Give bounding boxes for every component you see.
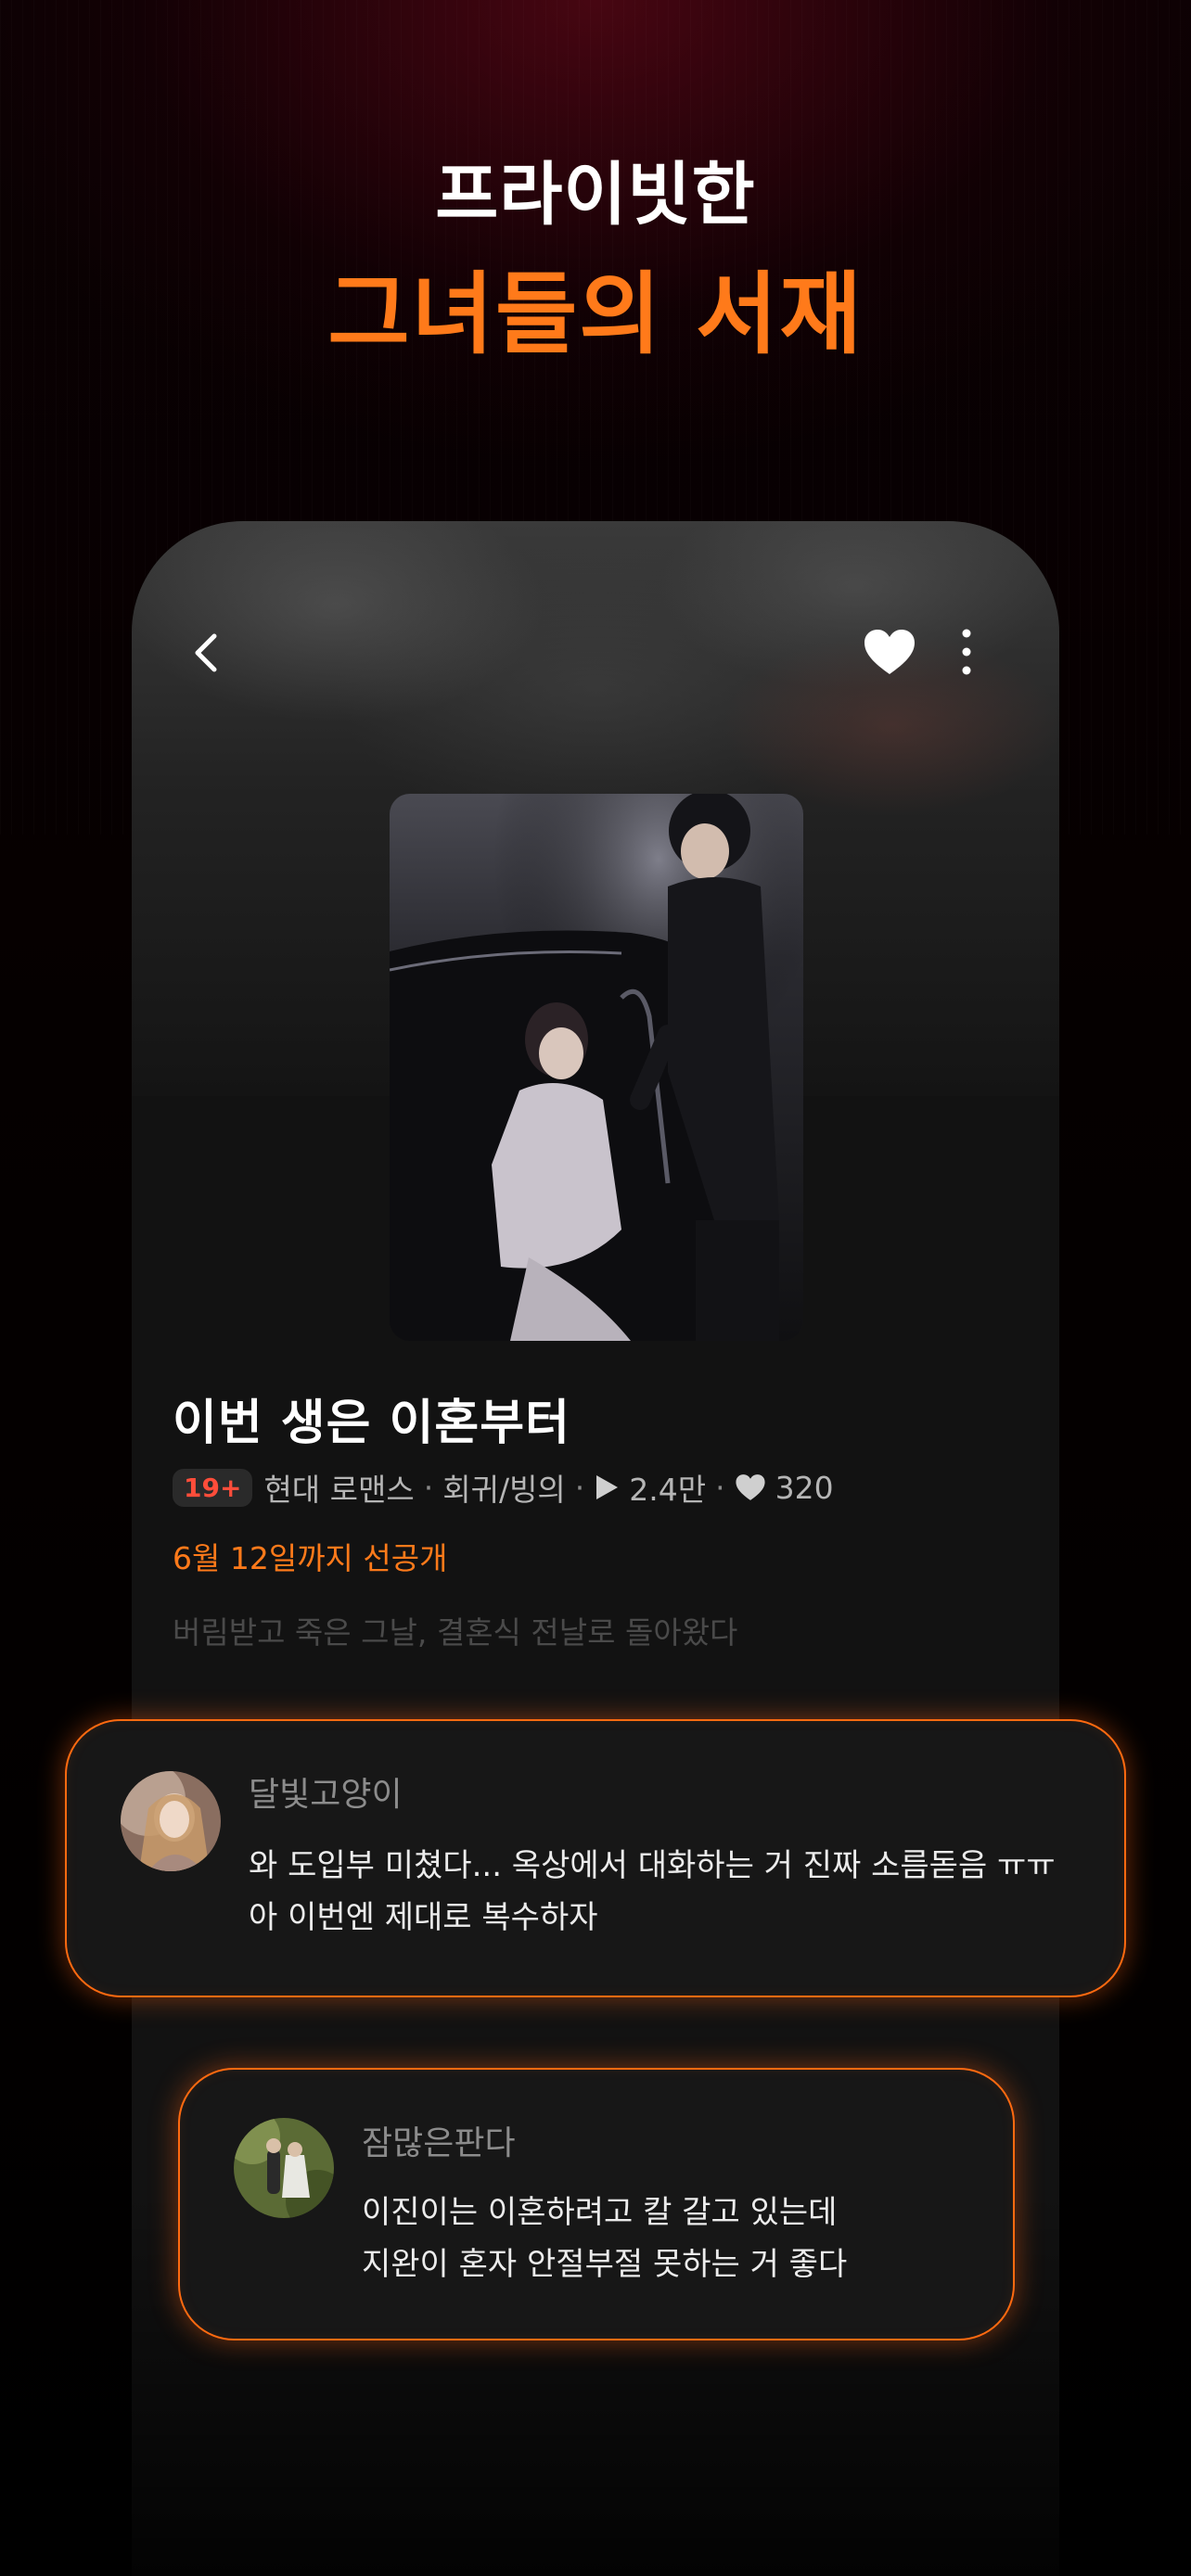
comment-author: 잠많은판다 <box>362 2124 516 2162</box>
comment-line: 지완이 혼자 안절부절 못하는 거 좋다 <box>362 2246 848 2283</box>
like-button[interactable] <box>859 621 920 682</box>
comment-line: 이진이는 이혼하려고 칼 갈고 있는데 <box>362 2194 838 2231</box>
comment-line: 와 도입부 미쳤다... 옥상에서 대화하는 거 진짜 소름돋음 ㅠㅠ <box>249 1847 1056 1884</box>
comment-text: 이진이는 이혼하려고 칼 갈고 있는데 지완이 혼자 안절부절 못하는 거 좋다 <box>362 2187 847 2290</box>
work-title: 이번 생은 이혼부터 <box>173 1396 570 1451</box>
synopsis: 버림받고 죽은 그날, 결혼식 전날로 돌아왔다 <box>173 1614 738 1651</box>
more-options-button[interactable] <box>948 621 985 682</box>
views-count: 2.4만 <box>629 1472 707 1508</box>
cover-illustration <box>390 794 803 1341</box>
promo-headline: 프라이빗한 그녀들의 서재 <box>0 148 1191 375</box>
genre-label[interactable]: 현대 로맨스 <box>263 1465 414 1510</box>
comment-card[interactable]: 달빛고양이 와 도입부 미쳤다... 옥상에서 대화하는 거 진짜 소름돋음 ㅠ… <box>65 1719 1126 1997</box>
age-rating-badge: 19+ <box>173 1468 253 1507</box>
comment-text: 와 도입부 미쳤다... 옥상에서 대화하는 거 진짜 소름돋음 ㅠㅠ 아 이번… <box>249 1840 1056 1944</box>
play-icon <box>594 1473 620 1501</box>
chevron-left-icon <box>195 633 217 672</box>
separator-dot: · <box>715 1469 725 1506</box>
comment-line: 아 이번엔 제대로 복수하자 <box>249 1899 598 1936</box>
headline-line-1: 프라이빗한 <box>435 155 756 235</box>
release-note: 6월 12일까지 선공개 <box>173 1540 448 1576</box>
comment-card[interactable]: 잠많은판다 이진이는 이혼하려고 칼 갈고 있는데 지완이 혼자 안절부절 못하… <box>178 2068 1015 2340</box>
heart-icon <box>735 1473 766 1501</box>
headline-line-2: 그녀들의 서재 <box>327 262 864 366</box>
back-button[interactable] <box>178 625 234 681</box>
tag-label[interactable]: 회귀/빙의 <box>442 1465 566 1510</box>
avatar <box>234 2118 334 2218</box>
separator-dot: · <box>423 1469 434 1506</box>
likes-count: 320 <box>775 1469 834 1506</box>
avatar <box>121 1771 221 1871</box>
heart-icon <box>864 630 915 674</box>
comment-author: 달빛고양이 <box>249 1776 403 1814</box>
work-meta: 19+ 현대 로맨스 · 회귀/빙의 · 2.4만 · 320 <box>173 1465 834 1510</box>
cover-image[interactable] <box>390 794 803 1341</box>
separator-dot: · <box>574 1469 585 1506</box>
more-vertical-icon <box>962 629 971 675</box>
